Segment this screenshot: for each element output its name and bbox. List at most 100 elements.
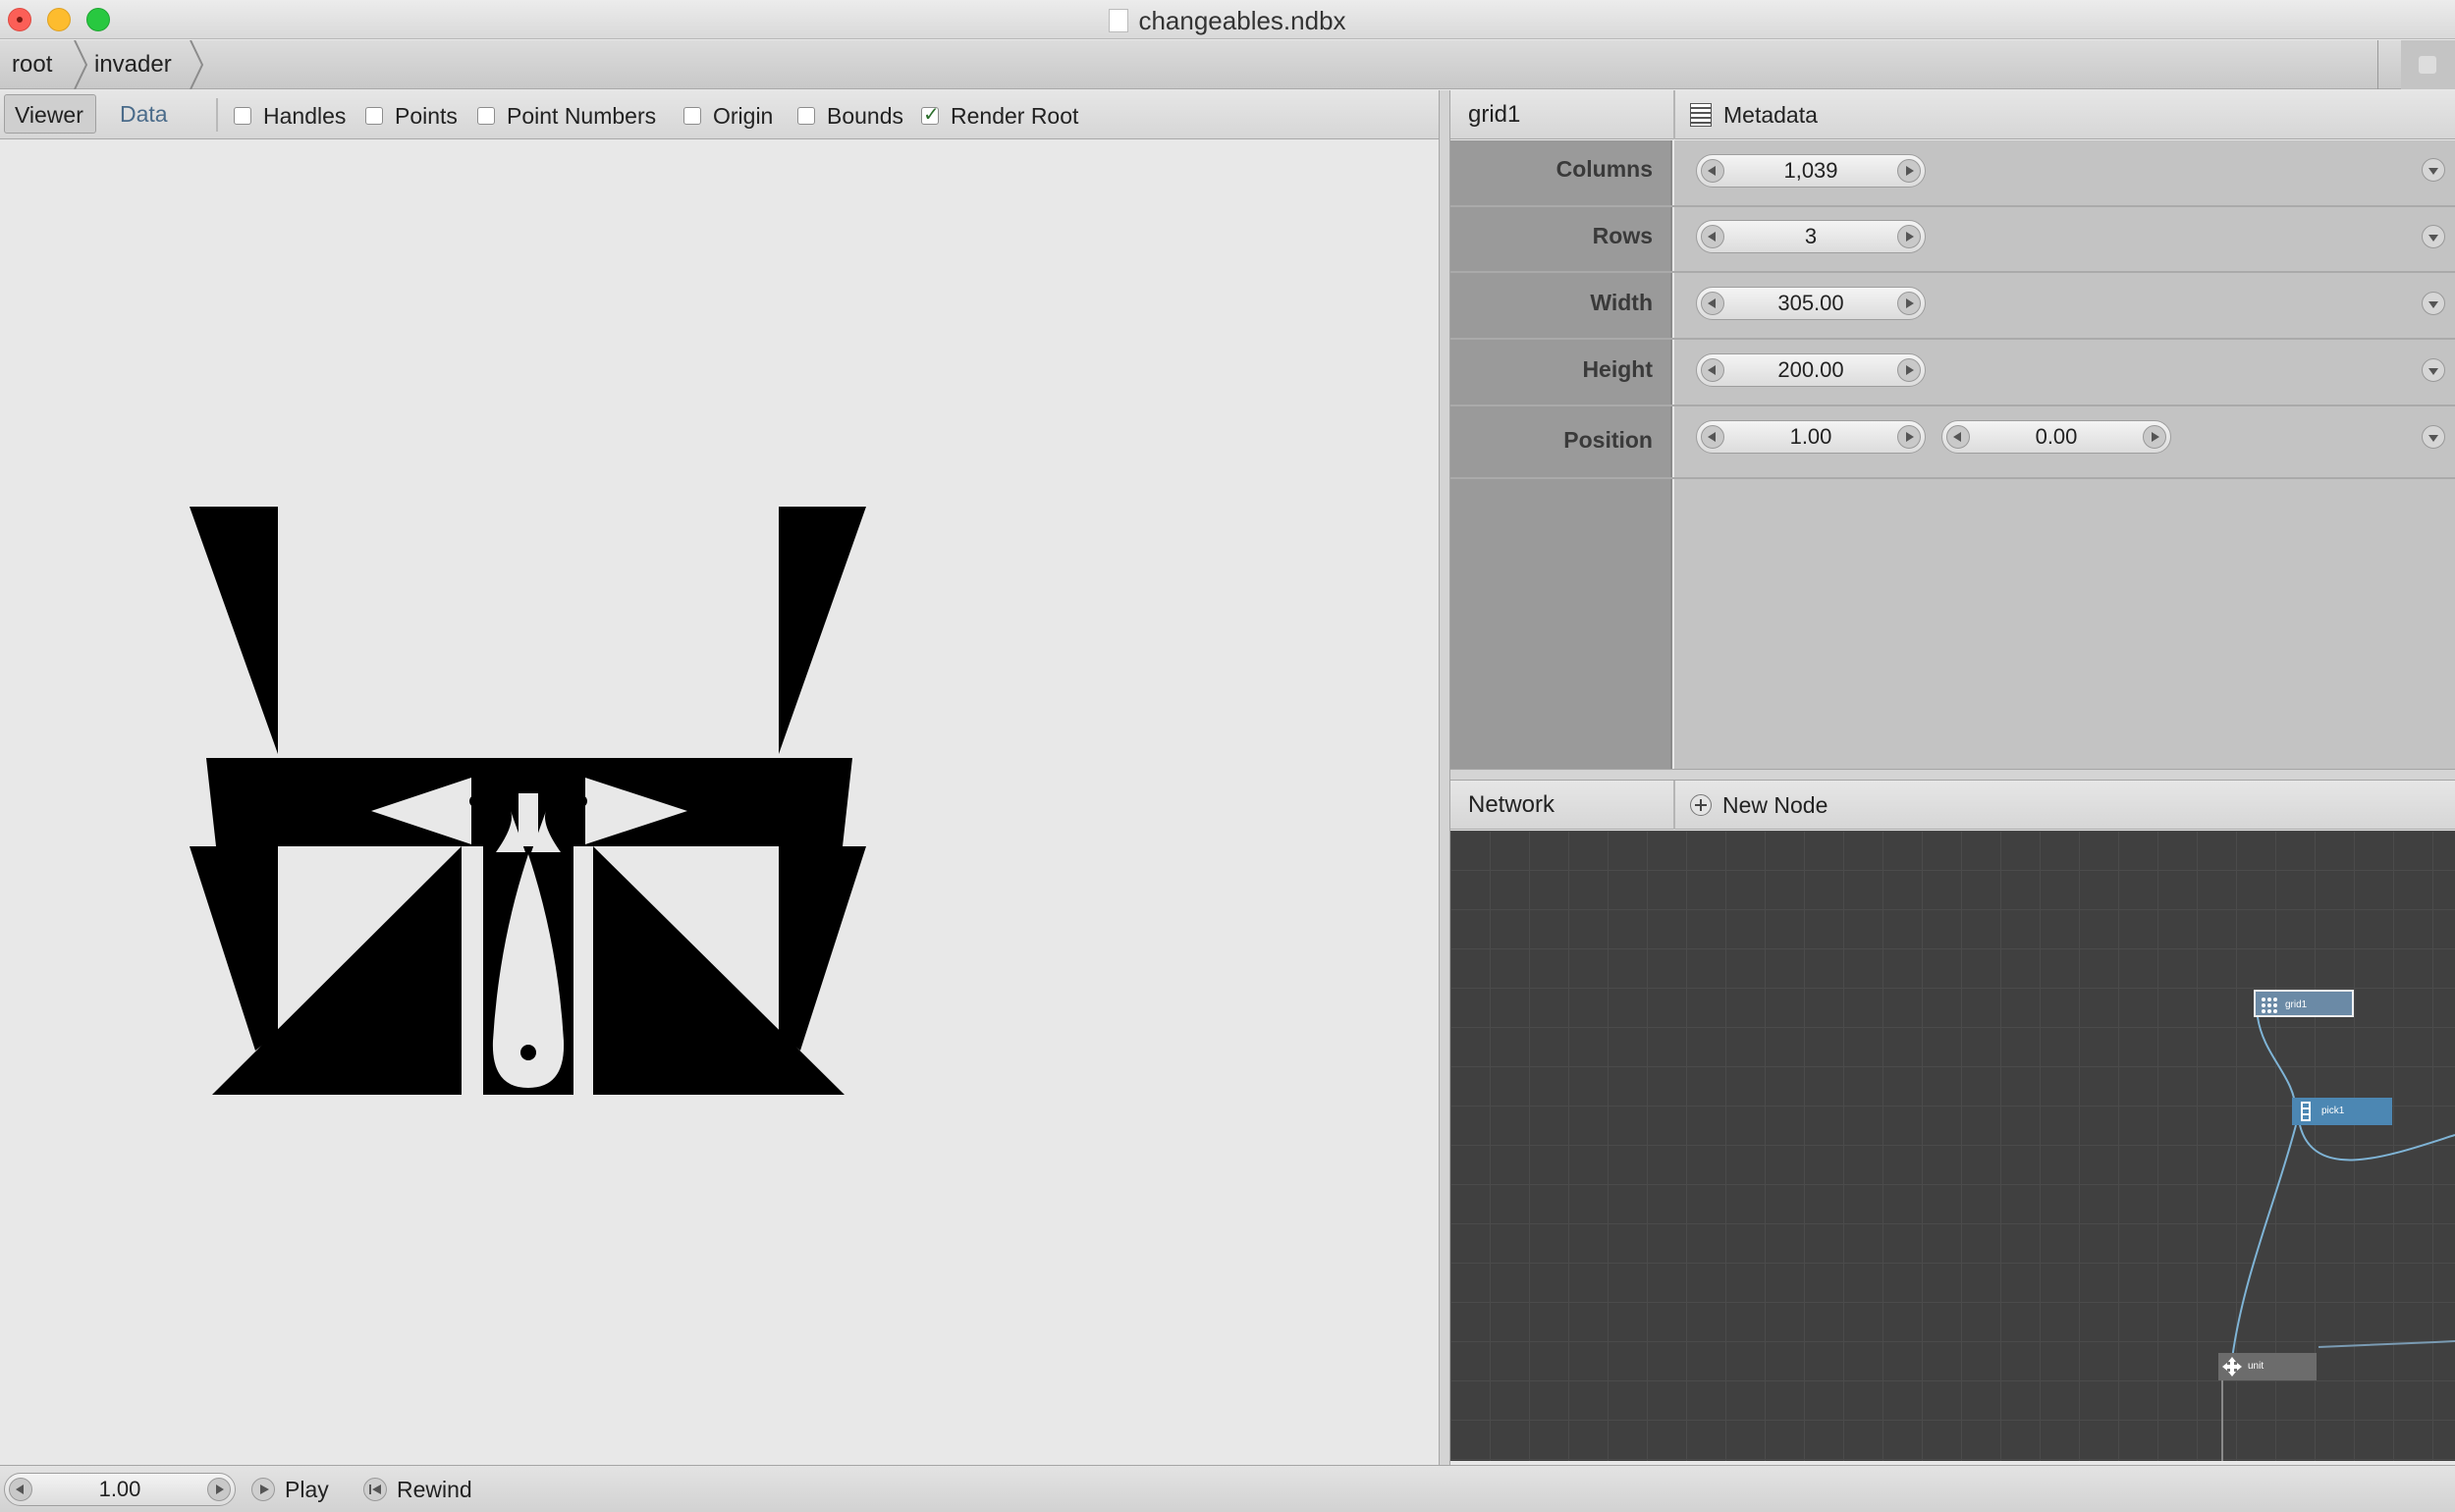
network-node-unit[interactable]: unit	[2218, 1353, 2317, 1380]
play-label: Play	[285, 1477, 329, 1502]
row-divider	[1450, 205, 2455, 207]
param-label-rows: Rows	[1592, 223, 1653, 248]
document-icon	[1109, 9, 1129, 32]
connection-line	[2318, 1340, 2455, 1348]
increment-icon[interactable]	[1897, 225, 1921, 248]
checkbox-label: Bounds	[827, 103, 904, 129]
breadcrumb-end	[2377, 40, 2401, 89]
rows-menu-icon[interactable]	[2422, 225, 2445, 248]
vertical-splitter[interactable]	[1439, 90, 1450, 1465]
new-node-button[interactable]: New Node	[1722, 781, 1828, 830]
width-stepper[interactable]: 305.00	[1696, 287, 1926, 320]
node-label: grid1	[2285, 999, 2308, 1010]
row-divider	[1450, 338, 2455, 340]
nose-slit	[518, 793, 538, 846]
position-y-value[interactable]: 0.00	[1942, 421, 2170, 453]
header-divider	[1673, 781, 1675, 830]
left-antenna	[190, 507, 278, 754]
row-divider	[1450, 477, 2455, 479]
param-label-height: Height	[1582, 356, 1653, 382]
right-antenna	[779, 507, 866, 754]
breadcrumb-separator-icon	[74, 40, 88, 89]
position-y-stepper[interactable]: 0.00	[1941, 420, 2171, 454]
pick-icon	[2301, 1102, 2311, 1121]
checkbox-box[interactable]	[477, 107, 495, 125]
position-menu-icon[interactable]	[2422, 425, 2445, 449]
play-icon	[251, 1478, 275, 1501]
toolbar-button[interactable]	[2401, 40, 2455, 89]
plus-icon[interactable]	[1690, 794, 1712, 816]
checkbox-box[interactable]	[683, 107, 701, 125]
frame-stepper[interactable]: 1.00	[4, 1473, 236, 1506]
network-node-pick1[interactable]: pick1	[2292, 1098, 2392, 1125]
height-value[interactable]: 200.00	[1697, 354, 1925, 386]
frame-value[interactable]: 1.00	[5, 1474, 235, 1505]
param-label-columns: Columns	[1555, 156, 1653, 182]
parameter-labels: Columns Rows Width Height Position	[1450, 140, 1672, 769]
rows-value[interactable]: 3	[1697, 221, 1925, 252]
checkbox-box[interactable]	[797, 107, 815, 125]
node-label: pick1	[2321, 1106, 2345, 1116]
position-x-value[interactable]: 1.00	[1697, 421, 1925, 453]
columns-menu-icon[interactable]	[2422, 158, 2445, 182]
viewer-toolbar: Viewer Data Handles Points Point Numbers…	[0, 90, 1439, 139]
header-divider	[1673, 90, 1675, 139]
grid-icon	[2262, 998, 2277, 1013]
height-menu-icon[interactable]	[2422, 358, 2445, 382]
height-stepper[interactable]: 200.00	[1696, 353, 1926, 387]
param-label-position: Position	[1563, 427, 1653, 453]
row-divider	[1450, 405, 2455, 406]
increment-icon[interactable]	[207, 1478, 231, 1501]
checkbox-box[interactable]	[365, 107, 383, 125]
row-divider	[1450, 271, 2455, 273]
breadcrumb: root invader	[0, 40, 2455, 89]
playback-bar: 1.00 Play Rewind	[0, 1465, 2455, 1512]
checkbox-box[interactable]	[234, 107, 251, 125]
tab-data[interactable]: Data	[110, 94, 178, 134]
connection-line	[2257, 1016, 2297, 1112]
increment-icon[interactable]	[1897, 292, 1921, 315]
network-canvas[interactable]: grid1 pick1 unit	[1450, 831, 2455, 1461]
network-node-grid1[interactable]: grid1	[2254, 990, 2354, 1017]
checkbox-label: Points	[395, 103, 458, 129]
position-x-stepper[interactable]: 1.00	[1696, 420, 1926, 454]
increment-icon[interactable]	[1897, 159, 1921, 183]
node-name: grid1	[1468, 101, 1521, 128]
invader-shape	[190, 507, 866, 1095]
connection-line	[2299, 1124, 2455, 1161]
increment-icon[interactable]	[1897, 425, 1921, 449]
connection-line	[2230, 1124, 2297, 1368]
window-title: changeables.ndbx	[0, 6, 2455, 36]
checkbox-label: Origin	[713, 103, 774, 129]
checkbox-label: Point Numbers	[507, 103, 657, 129]
breadcrumb-separator-icon	[190, 40, 204, 89]
window-title-text: changeables.ndbx	[1138, 6, 1346, 35]
rewind-icon	[363, 1478, 387, 1501]
right-leg	[779, 846, 866, 1051]
node-label: unit	[2248, 1361, 2264, 1372]
viewer-canvas[interactable]	[0, 140, 1439, 1461]
toolbar-divider	[216, 98, 218, 132]
increment-icon[interactable]	[1897, 358, 1921, 382]
checkbox-box-checked[interactable]	[921, 103, 940, 127]
columns-value[interactable]: 1,039	[1697, 155, 1925, 187]
mouth-dot	[520, 1045, 536, 1060]
title-bar: changeables.ndbx	[0, 0, 2455, 39]
metadata-button[interactable]: Metadata	[1723, 90, 1818, 139]
move-icon	[2222, 1357, 2242, 1377]
network-header: Network New Node	[1450, 781, 2455, 830]
columns-stepper[interactable]: 1,039	[1696, 154, 1926, 188]
network-title: Network	[1468, 791, 1555, 818]
rows-stepper[interactable]: 3	[1696, 220, 1926, 253]
width-menu-icon[interactable]	[2422, 292, 2445, 315]
metadata-icon[interactable]	[1690, 103, 1712, 127]
horizontal-splitter[interactable]	[1450, 769, 2455, 781]
tab-viewer[interactable]: Viewer	[4, 94, 96, 134]
parameters-header: grid1 Metadata	[1450, 90, 2455, 139]
width-value[interactable]: 305.00	[1697, 288, 1925, 319]
breadcrumb-item-root[interactable]: root	[12, 40, 52, 89]
checkbox-label: Handles	[263, 103, 347, 129]
breadcrumb-item-invader[interactable]: invader	[94, 40, 172, 89]
left-leg	[190, 846, 278, 1051]
increment-icon[interactable]	[2143, 425, 2166, 449]
